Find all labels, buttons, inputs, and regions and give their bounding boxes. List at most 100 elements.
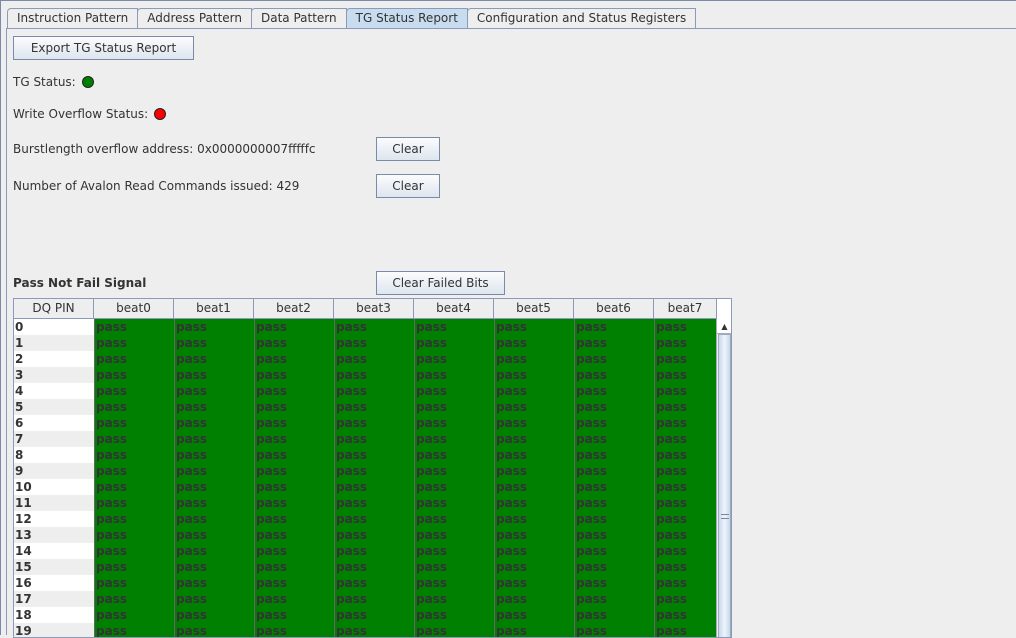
beat-cell[interactable]: pass [494, 351, 574, 367]
beat-cell[interactable]: pass [654, 335, 716, 351]
beat-cell[interactable]: pass [174, 559, 254, 575]
beat-cell[interactable]: pass [654, 543, 716, 559]
tab-data-pattern[interactable]: Data Pattern [251, 8, 347, 28]
beat-cell[interactable]: pass [574, 447, 654, 463]
beat-cell[interactable]: pass [574, 415, 654, 431]
beat-cell[interactable]: pass [94, 543, 174, 559]
beat-cell[interactable]: pass [574, 479, 654, 495]
beat-cell[interactable]: pass [254, 559, 334, 575]
beat-cell[interactable]: pass [654, 383, 716, 399]
dq-pin-cell[interactable]: 19 [14, 623, 94, 637]
beat-cell[interactable]: pass [494, 543, 574, 559]
beat-cell[interactable]: pass [494, 431, 574, 447]
beat-cell[interactable]: pass [414, 431, 494, 447]
beat-cell[interactable]: pass [174, 495, 254, 511]
dq-pin-cell[interactable]: 8 [14, 447, 94, 463]
dq-pin-cell[interactable]: 0 [14, 319, 94, 335]
beat-cell[interactable]: pass [254, 591, 334, 607]
beat-cell[interactable]: pass [174, 543, 254, 559]
beat-cell[interactable]: pass [654, 367, 716, 383]
beat-cell[interactable]: pass [414, 351, 494, 367]
beat-cell[interactable]: pass [414, 511, 494, 527]
column-header-beat0[interactable]: beat0 [94, 299, 174, 319]
beat-cell[interactable]: pass [254, 319, 334, 335]
beat-cell[interactable]: pass [574, 367, 654, 383]
column-header-beat5[interactable]: beat5 [494, 299, 574, 319]
beat-cell[interactable]: pass [254, 511, 334, 527]
beat-cell[interactable]: pass [254, 495, 334, 511]
column-header-beat7[interactable]: beat7 [654, 299, 717, 319]
beat-cell[interactable]: pass [174, 575, 254, 591]
scrollbar-thumb[interactable] [718, 334, 731, 637]
dq-pin-cell[interactable]: 4 [14, 383, 94, 399]
beat-cell[interactable]: pass [334, 623, 414, 637]
beat-cell[interactable]: pass [334, 463, 414, 479]
beat-cell[interactable]: pass [174, 383, 254, 399]
beat-cell[interactable]: pass [174, 367, 254, 383]
vertical-scrollbar[interactable]: ▲ [716, 319, 731, 637]
export-report-button[interactable]: Export TG Status Report [13, 36, 194, 60]
beat-cell[interactable]: pass [94, 383, 174, 399]
dq-pin-cell[interactable]: 3 [14, 367, 94, 383]
beat-cell[interactable]: pass [334, 367, 414, 383]
beat-cell[interactable]: pass [174, 447, 254, 463]
beat-cell[interactable]: pass [94, 623, 174, 637]
beat-cell[interactable]: pass [94, 415, 174, 431]
beat-cell[interactable]: pass [334, 335, 414, 351]
dq-pin-cell[interactable]: 9 [14, 463, 94, 479]
beat-cell[interactable]: pass [334, 527, 414, 543]
beat-cell[interactable]: pass [574, 575, 654, 591]
beat-cell[interactable]: pass [94, 607, 174, 623]
beat-cell[interactable]: pass [574, 383, 654, 399]
beat-cell[interactable]: pass [494, 367, 574, 383]
dq-pin-cell[interactable]: 7 [14, 431, 94, 447]
beat-cell[interactable]: pass [94, 495, 174, 511]
beat-cell[interactable]: pass [414, 399, 494, 415]
beat-cell[interactable]: pass [654, 559, 716, 575]
beat-cell[interactable]: pass [494, 495, 574, 511]
clear-failed-bits-button[interactable]: Clear Failed Bits [376, 271, 505, 295]
beat-cell[interactable]: pass [574, 527, 654, 543]
beat-cell[interactable]: pass [654, 431, 716, 447]
beat-cell[interactable]: pass [574, 495, 654, 511]
beat-cell[interactable]: pass [254, 463, 334, 479]
beat-cell[interactable]: pass [174, 463, 254, 479]
beat-cell[interactable]: pass [334, 543, 414, 559]
beat-cell[interactable]: pass [654, 463, 716, 479]
beat-cell[interactable]: pass [414, 527, 494, 543]
beat-cell[interactable]: pass [174, 607, 254, 623]
beat-cell[interactable]: pass [574, 543, 654, 559]
beat-cell[interactable]: pass [94, 575, 174, 591]
beat-cell[interactable]: pass [174, 511, 254, 527]
beat-cell[interactable]: pass [574, 511, 654, 527]
beat-cell[interactable]: pass [94, 367, 174, 383]
beat-cell[interactable]: pass [334, 431, 414, 447]
beat-cell[interactable]: pass [494, 463, 574, 479]
beat-cell[interactable]: pass [494, 591, 574, 607]
tab-tg-status-report[interactable]: TG Status Report [345, 8, 468, 29]
beat-cell[interactable]: pass [654, 511, 716, 527]
beat-cell[interactable]: pass [494, 399, 574, 415]
beat-cell[interactable]: pass [494, 575, 574, 591]
beat-cell[interactable]: pass [494, 559, 574, 575]
beat-cell[interactable]: pass [174, 591, 254, 607]
beat-cell[interactable]: pass [174, 623, 254, 637]
beat-cell[interactable]: pass [414, 367, 494, 383]
beat-cell[interactable]: pass [654, 447, 716, 463]
beat-cell[interactable]: pass [174, 415, 254, 431]
tab-instruction-pattern[interactable]: Instruction Pattern [7, 8, 139, 28]
beat-cell[interactable]: pass [574, 335, 654, 351]
beat-cell[interactable]: pass [94, 463, 174, 479]
beat-cell[interactable]: pass [334, 415, 414, 431]
beat-cell[interactable]: pass [174, 351, 254, 367]
beat-cell[interactable]: pass [334, 495, 414, 511]
beat-cell[interactable]: pass [574, 559, 654, 575]
beat-cell[interactable]: pass [174, 527, 254, 543]
dq-pin-cell[interactable]: 18 [14, 607, 94, 623]
beat-cell[interactable]: pass [414, 559, 494, 575]
beat-cell[interactable]: pass [574, 607, 654, 623]
beat-cell[interactable]: pass [174, 335, 254, 351]
beat-cell[interactable]: pass [254, 607, 334, 623]
beat-cell[interactable]: pass [254, 447, 334, 463]
beat-cell[interactable]: pass [334, 479, 414, 495]
